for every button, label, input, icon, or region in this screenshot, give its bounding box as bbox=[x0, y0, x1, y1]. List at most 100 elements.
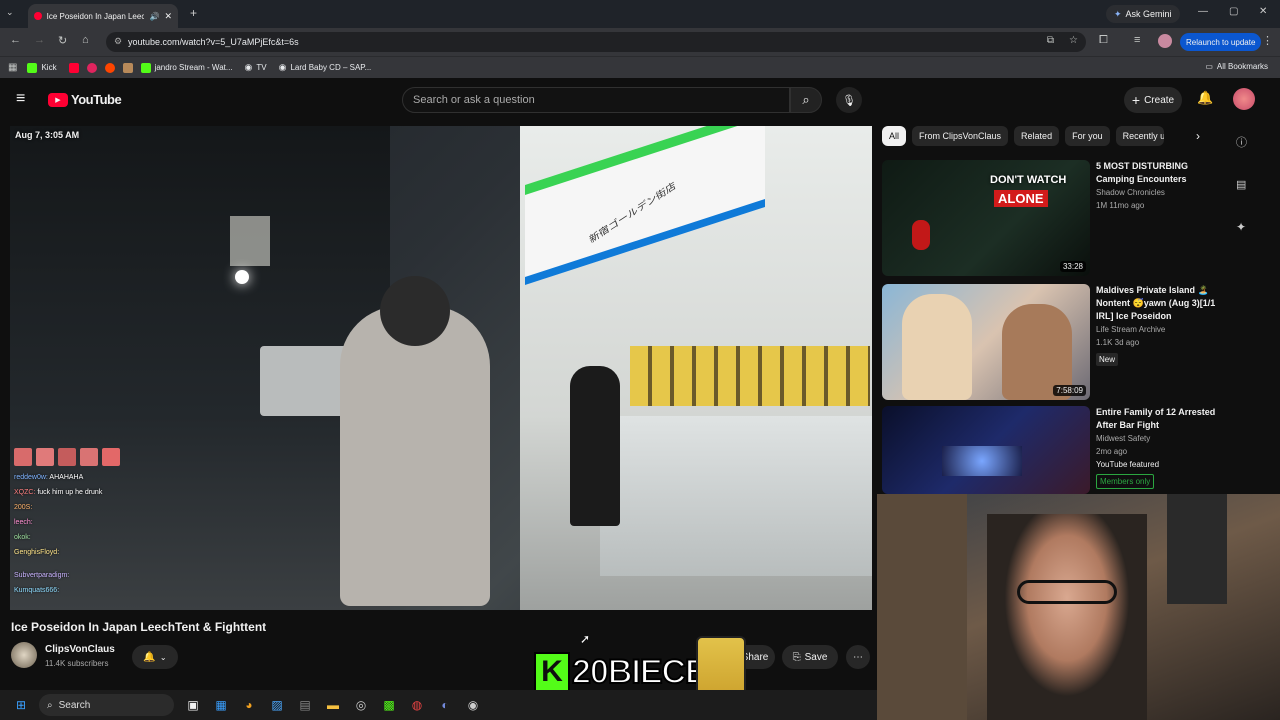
bookmark-tv[interactable]: ◉ TV bbox=[245, 62, 267, 73]
photos-icon[interactable]: ▨ bbox=[266, 694, 288, 716]
maximize-icon[interactable]: ▢ bbox=[1229, 6, 1238, 17]
taskbar-search[interactable]: ⌕ Search bbox=[39, 694, 174, 716]
create-button[interactable]: + Create bbox=[1124, 87, 1182, 113]
chip-related[interactable]: Related bbox=[1014, 126, 1060, 146]
video-player[interactable]: 新宿ゴールデン街店 Aug 7, 3:05 AM reddew0w: AHAHA… bbox=[10, 126, 872, 610]
windows-start-icon[interactable]: ⊞ bbox=[10, 694, 32, 716]
widgets-icon[interactable]: ▦ bbox=[210, 694, 232, 716]
filter-chips: All From ClipsVonClaus Related For you R… bbox=[882, 126, 1164, 146]
info-icon[interactable]: ⓘ bbox=[1236, 134, 1247, 150]
forward-icon[interactable]: → bbox=[34, 34, 45, 46]
video-thumbnail[interactable]: 7:58:09 bbox=[882, 284, 1090, 400]
menu-dots-icon[interactable]: ⋮ bbox=[1262, 34, 1273, 47]
chat-message: 200S: bbox=[14, 500, 214, 515]
recommendation-card[interactable]: 7:58:09 Maldives Private Island 🏝️ Nonte… bbox=[882, 284, 1272, 400]
extensions-icon[interactable]: ⧠ bbox=[1099, 34, 1108, 47]
account-avatar[interactable] bbox=[1233, 88, 1255, 110]
more-actions-button[interactable]: ⋯ bbox=[846, 645, 870, 669]
youtube-bookmark-icon[interactable] bbox=[68, 62, 79, 73]
chips-next-icon[interactable]: › bbox=[1196, 129, 1200, 143]
file-explorer-icon[interactable]: ▬ bbox=[322, 694, 344, 716]
chat-text: fuck him up he drunk bbox=[37, 489, 103, 496]
search-input[interactable]: Search or ask a question bbox=[402, 87, 790, 113]
home-icon[interactable]: ⌂ bbox=[82, 34, 89, 46]
video-thumbnail[interactable]: DON'T WATCH ALONE 33:28 bbox=[882, 160, 1090, 276]
reading-list-icon[interactable]: ≡ bbox=[1134, 34, 1140, 46]
speaker-icon[interactable]: 🔊 bbox=[149, 12, 159, 21]
recommendation-title[interactable]: Maldives Private Island 🏝️ Nontent 😴yawn… bbox=[1096, 284, 1216, 323]
new-tab-icon[interactable]: + bbox=[190, 6, 197, 20]
pinterest-bookmark-icon[interactable] bbox=[86, 62, 97, 73]
plus-icon: + bbox=[1131, 92, 1141, 108]
video-thumbnail[interactable] bbox=[882, 406, 1090, 494]
chat-user: GenghisFloyd: bbox=[14, 549, 60, 556]
bookmark-jandro[interactable]: jandro Stream - Wat... bbox=[140, 62, 233, 73]
subscriber-count: 11.4K subscribers bbox=[45, 659, 109, 668]
bookmark-star-icon[interactable]: ☆ bbox=[1069, 35, 1078, 46]
hamburger-menu-icon[interactable]: ≡ bbox=[16, 90, 25, 108]
minimize-icon[interactable]: — bbox=[1198, 6, 1208, 17]
new-badge: New bbox=[1096, 353, 1119, 366]
tab-list-icon[interactable]: ⌄ bbox=[6, 7, 14, 18]
save-label: Save bbox=[804, 651, 828, 663]
apps-grid-icon[interactable]: ▦ bbox=[8, 62, 17, 73]
profile-avatar[interactable] bbox=[1158, 34, 1172, 48]
discord-icon[interactable]: ◐ bbox=[434, 694, 456, 716]
install-icon[interactable]: ⧉ bbox=[1047, 35, 1054, 46]
notifications-bell-icon[interactable]: 🔔 bbox=[1197, 90, 1213, 106]
bookmark-lard-baby[interactable]: ◉ Lard Baby CD – SAP... bbox=[279, 62, 372, 73]
calculator-icon[interactable]: ▤ bbox=[294, 694, 316, 716]
emote-icon bbox=[36, 448, 54, 466]
kick-app-icon[interactable]: ▩ bbox=[378, 694, 400, 716]
relaunch-button[interactable]: Relaunch to update bbox=[1180, 33, 1262, 51]
channel-avatar[interactable] bbox=[11, 642, 37, 668]
tab-title: Ice Poseidon In Japan Leech bbox=[46, 11, 145, 21]
windows-taskbar: ⊞ ⌕ Search ▣ ▦ ◕ ▨ ▤ ▬ ◎ ▩ ◍ ◐ ◉ bbox=[0, 690, 877, 720]
recommendation-channel[interactable]: Shadow Chronicles bbox=[1096, 186, 1216, 199]
browser-toolbar: ← → ↻ ⌂ ⚙ youtube.com/watch?v=5_U7aMPjEf… bbox=[0, 28, 1280, 56]
voice-search-button[interactable]: 🎙 bbox=[836, 87, 862, 113]
recommendation-card[interactable]: DON'T WATCH ALONE 33:28 5 MOST DISTURBIN… bbox=[882, 160, 1272, 276]
obs-icon[interactable]: ◉ bbox=[462, 694, 484, 716]
search-icon: ⌕ bbox=[47, 699, 53, 711]
mic-icon: 🎙 bbox=[842, 94, 856, 107]
browser-tab[interactable]: Ice Poseidon In Japan Leech 🔊 ✕ bbox=[28, 4, 178, 28]
chip-recently-uploaded[interactable]: Recently up bbox=[1115, 126, 1164, 146]
steam-icon[interactable]: ◎ bbox=[350, 694, 372, 716]
streamer-face bbox=[987, 514, 1147, 720]
chip-from-channel[interactable]: From ClipsVonClaus bbox=[912, 126, 1009, 146]
channel-name[interactable]: ClipsVonClaus bbox=[45, 644, 115, 655]
chip-all[interactable]: All bbox=[882, 126, 907, 146]
video-timestamp: Aug 7, 3:05 AM bbox=[15, 130, 80, 140]
all-bookmarks-label: All Bookmarks bbox=[1216, 62, 1268, 71]
address-bar[interactable]: ⚙ youtube.com/watch?v=5_U7aMPjEfc&t=6s ⧉… bbox=[106, 32, 1086, 52]
all-bookmarks[interactable]: ▭ All Bookmarks bbox=[1205, 62, 1268, 71]
ask-gemini-button[interactable]: ✦ Ask Gemini bbox=[1106, 5, 1180, 23]
task-view-icon[interactable]: ▣ bbox=[182, 694, 204, 716]
background-person bbox=[570, 366, 620, 526]
recommendation-channel[interactable]: Midwest Safety bbox=[1096, 432, 1216, 445]
recommendation-card[interactable]: Entire Family of 12 Arrested After Bar F… bbox=[882, 406, 1272, 494]
subscription-bell-button[interactable]: 🔔 ⌄ bbox=[132, 645, 178, 669]
reload-icon[interactable]: ↻ bbox=[58, 34, 67, 47]
back-icon[interactable]: ← bbox=[10, 34, 21, 46]
trash-bins bbox=[600, 416, 872, 576]
save-button[interactable]: ⎘ Save bbox=[782, 645, 838, 669]
chip-for-you[interactable]: For you bbox=[1065, 126, 1110, 146]
recommendation-channel[interactable]: Life Stream Archive bbox=[1096, 323, 1216, 336]
hoodie-person bbox=[340, 306, 490, 606]
taskbar-search-label: Search bbox=[58, 699, 91, 711]
chrome-canary-icon[interactable]: ◕ bbox=[238, 694, 260, 716]
youtube-logo[interactable]: ▶ YouTube bbox=[48, 92, 122, 107]
site-info-icon[interactable]: ⚙ bbox=[114, 36, 122, 47]
bookmark-kick[interactable]: Kick bbox=[27, 62, 57, 73]
close-tab-icon[interactable]: ✕ bbox=[164, 11, 172, 22]
recommendation-title[interactable]: 5 MOST DISTURBING Camping Encounters bbox=[1096, 160, 1216, 186]
image-bookmark-icon[interactable] bbox=[122, 62, 133, 73]
emote-icon bbox=[102, 448, 120, 466]
search-button[interactable]: ⌕ bbox=[790, 87, 822, 113]
recommendation-title[interactable]: Entire Family of 12 Arrested After Bar F… bbox=[1096, 406, 1216, 432]
reddit-bookmark-icon[interactable] bbox=[104, 62, 115, 73]
chrome-icon[interactable]: ◍ bbox=[406, 694, 428, 716]
close-window-icon[interactable]: ✕ bbox=[1259, 6, 1267, 17]
